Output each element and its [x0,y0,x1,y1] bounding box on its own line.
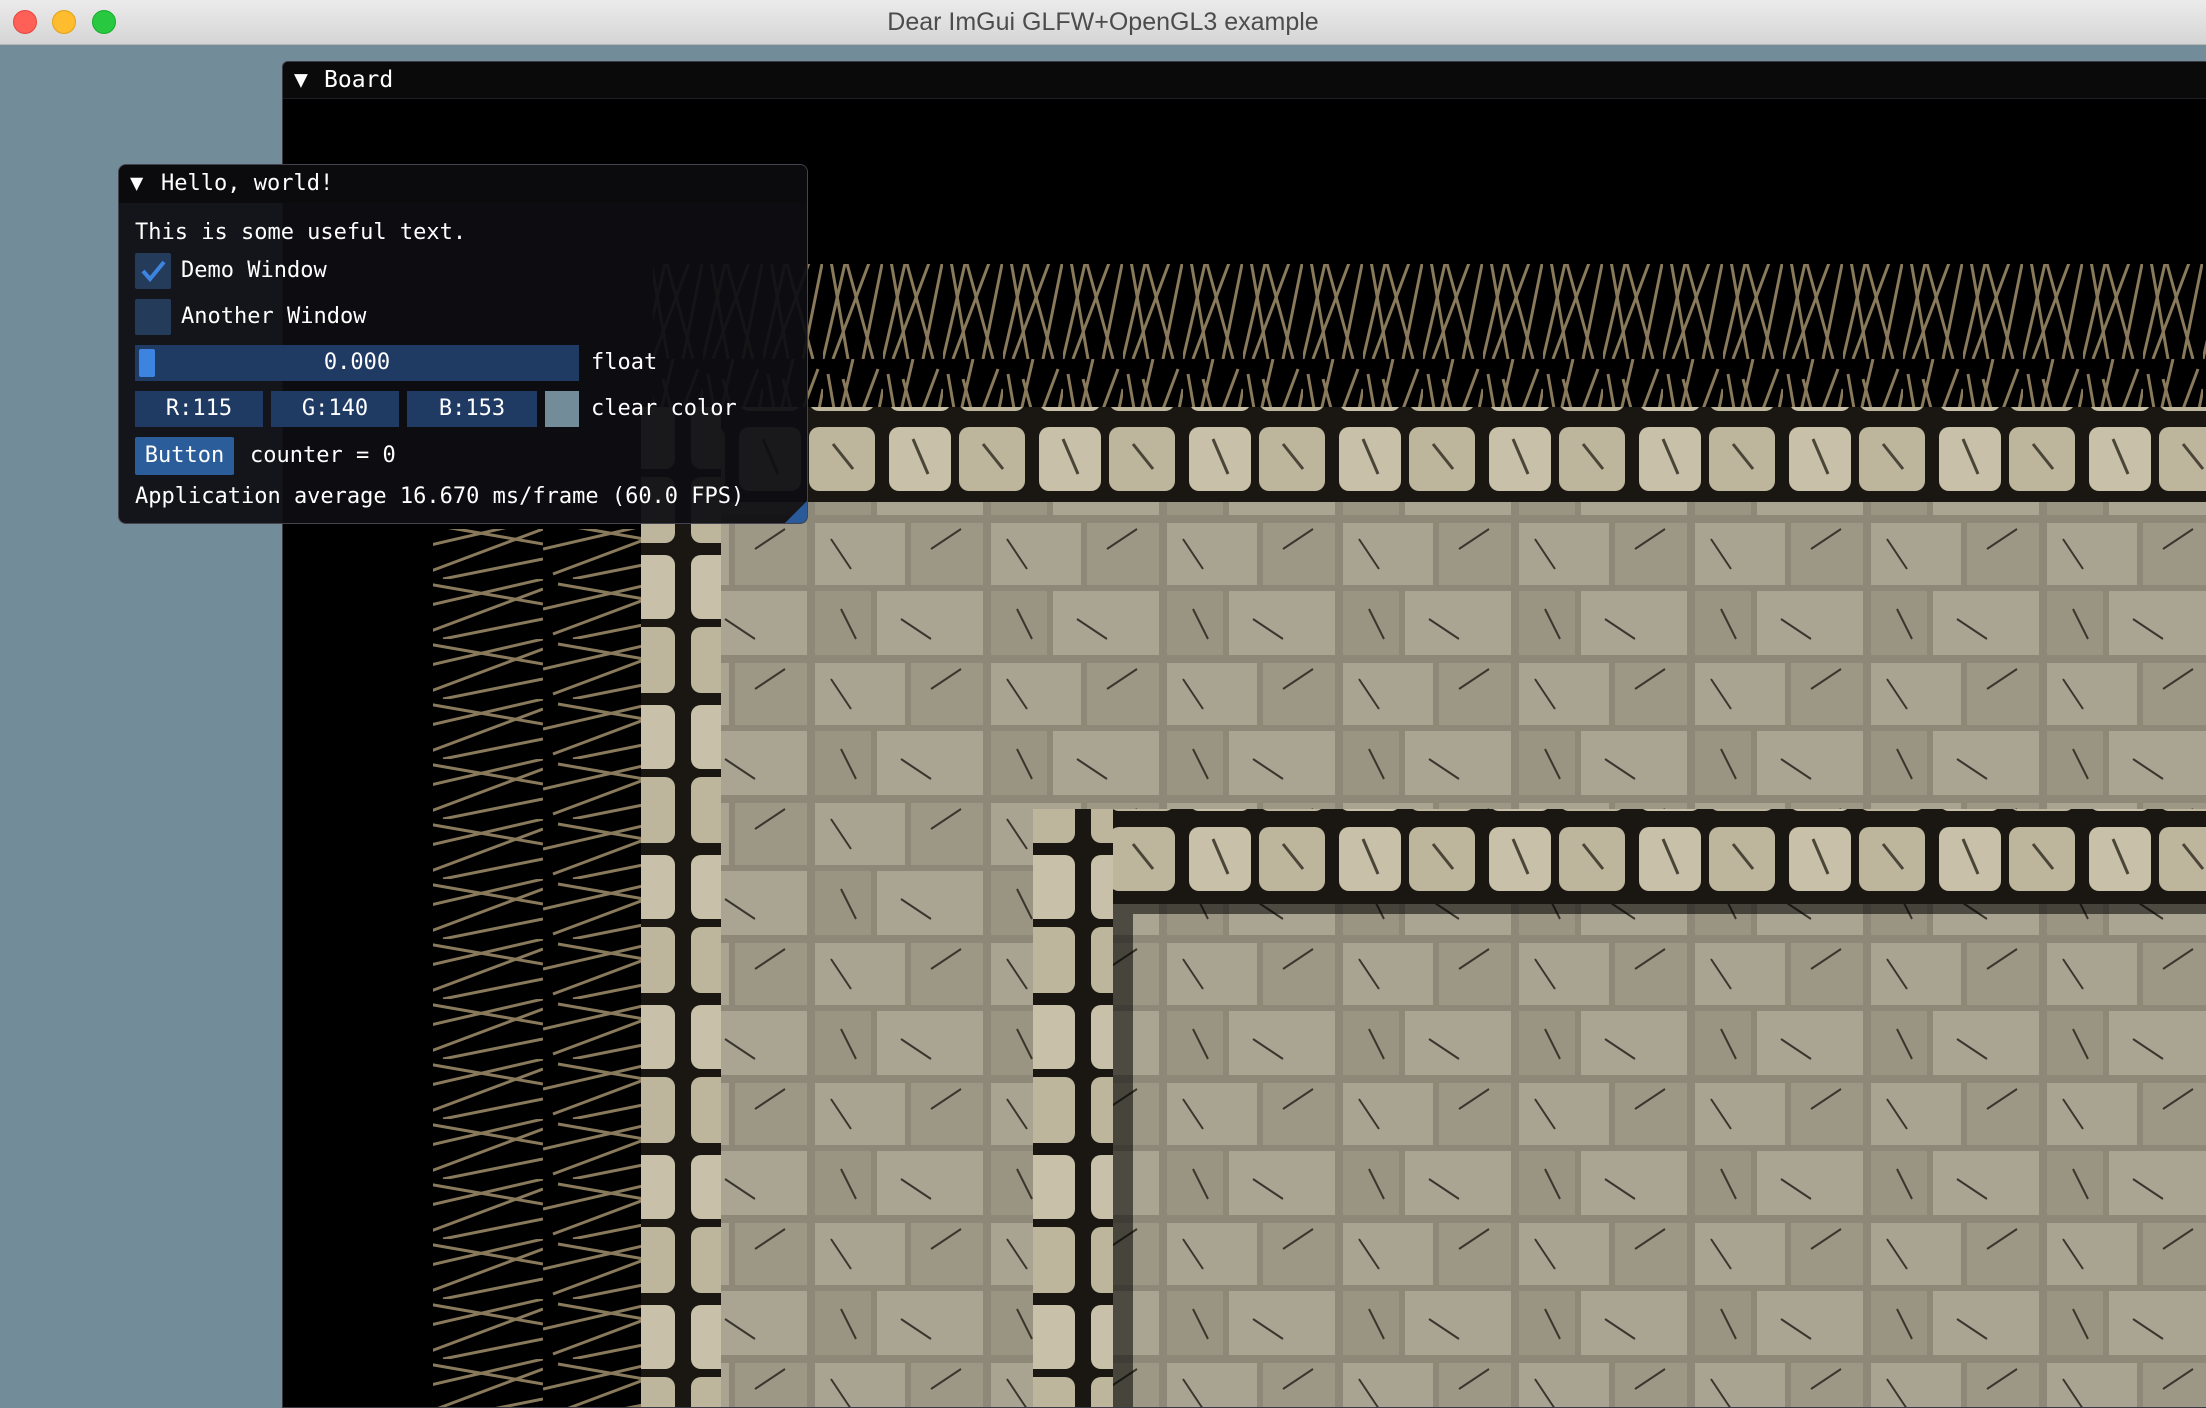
window-title: Dear ImGui GLFW+OpenGL3 example [887,8,1319,36]
slider-value: 0.000 [323,350,391,375]
grass-top [653,264,2206,429]
board-titlebar[interactable]: ▼ Board [283,62,2206,99]
hello-titlebar[interactable]: ▼ Hello, world! [119,165,807,203]
resize-grip[interactable] [785,501,807,523]
another-window-checkbox[interactable] [135,299,171,335]
demo-window-checkbox[interactable] [135,253,171,289]
wall-top [641,407,2206,502]
collapse-arrow-icon[interactable]: ▼ [130,165,143,203]
clear-color-swatch[interactable] [545,391,579,427]
demo-window-label: Demo Window [181,258,327,283]
clear-color-g-field[interactable]: G:140 [271,391,399,427]
hello-title: Hello, world! [161,171,334,196]
inner-wall-left [1033,809,1113,1407]
float-slider[interactable]: 0.000 [135,345,579,381]
window-titlebar[interactable]: Dear ImGui GLFW+OpenGL3 example [0,0,2206,45]
checkmark-icon [141,260,166,283]
collapse-arrow-icon[interactable]: ▼ [294,62,308,98]
clear-color-r-field[interactable]: R:115 [135,391,263,427]
button[interactable]: Button [135,437,234,475]
inner-wall-top [1033,809,2206,904]
useful-text: This is some useful text. [135,220,467,245]
wall-left [641,407,721,1407]
board-title: Board [324,67,394,93]
clear-color-b-field[interactable]: B:153 [407,391,537,427]
fps-text: Application average 16.670 ms/frame (60.… [135,484,745,509]
clear-color-label: clear color [591,396,737,421]
hello-world-window[interactable]: ▼ Hello, world! This is some useful text… [118,164,808,524]
float-label: float [591,350,658,375]
inner-floor-tiles [1133,914,2206,1407]
counter-text: counter = 0 [250,443,396,468]
another-window-label: Another Window [181,304,367,329]
